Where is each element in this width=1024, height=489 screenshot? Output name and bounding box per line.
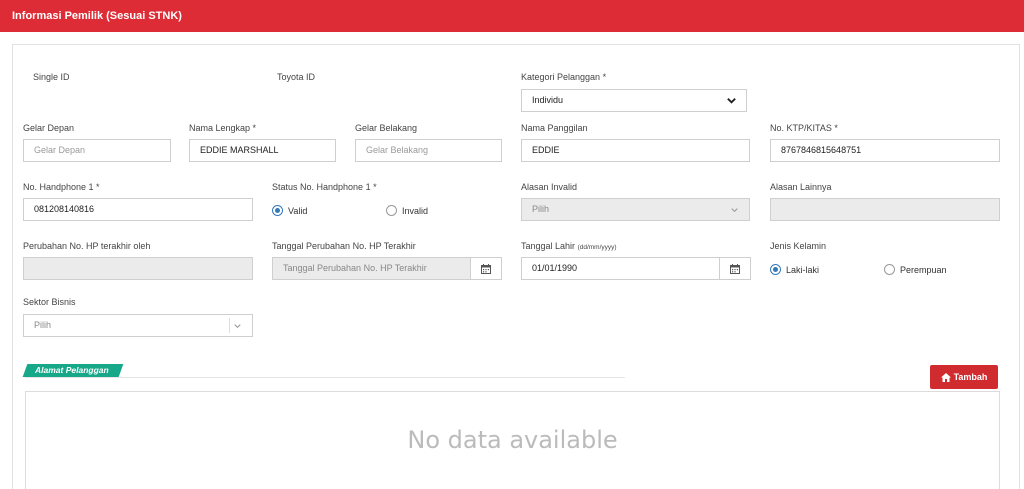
tambah-alamat-button[interactable]: Tambah: [930, 365, 998, 389]
tanggal-lahir-label: Tanggal Lahir (dd/mm/yyyy): [521, 241, 617, 251]
nama-lengkap-input[interactable]: EDDIE MARSHALL: [189, 139, 336, 162]
nama-panggilan-label: Nama Panggilan: [521, 123, 588, 133]
jenis-kelamin-laki-label: Laki-laki: [786, 264, 820, 275]
status-hp-valid-radio[interactable]: Valid: [272, 205, 307, 216]
ktp-label: No. KTP/KITAS *: [770, 123, 838, 133]
radio-checked-icon: [272, 205, 283, 216]
alamat-table: No data available: [25, 391, 1000, 489]
kategori-pelanggan-select[interactable]: Individu: [521, 89, 747, 112]
radio-unchecked-icon: [386, 205, 397, 216]
home-icon: [940, 372, 951, 382]
jenis-kelamin-perempuan-label: Perempuan: [900, 264, 947, 275]
alamat-section-label: Alamat Pelanggan: [35, 365, 109, 375]
tanggal-perubahan-calendar-button[interactable]: [470, 257, 502, 280]
tanggal-perubahan-hp-label: Tanggal Perubahan No. HP Terakhir: [272, 241, 416, 251]
chevron-down-icon: [234, 324, 241, 329]
tanggal-lahir-hint: (dd/mm/yyyy): [577, 244, 617, 251]
ktp-input[interactable]: 8767846815648751: [770, 139, 1000, 162]
alamat-section-tag: Alamat Pelanggan: [22, 364, 124, 377]
tanggal-lahir-calendar-button[interactable]: [719, 257, 751, 280]
alasan-invalid-value: Pilih: [532, 204, 550, 214]
sektor-bisnis-label: Sektor Bisnis: [23, 297, 76, 307]
section-divider: [25, 377, 625, 378]
sektor-bisnis-select[interactable]: Pilih: [23, 314, 253, 337]
alasan-lainnya-label: Alasan Lainnya: [770, 182, 832, 192]
gelar-belakang-input[interactable]: Gelar Belakang: [355, 139, 502, 162]
handphone-input[interactable]: 081208140816: [23, 198, 253, 221]
kategori-pelanggan-label: Kategori Pelanggan *: [521, 72, 607, 82]
radio-checked-icon: [770, 264, 781, 275]
handphone-label: No. Handphone 1 *: [23, 182, 100, 192]
alasan-invalid-select[interactable]: Pilih: [521, 198, 750, 221]
tanggal-lahir-label-text: Tanggal Lahir: [521, 241, 576, 251]
jenis-kelamin-label: Jenis Kelamin: [770, 241, 827, 251]
tambah-alamat-label: Tambah: [953, 372, 988, 382]
calendar-icon: [481, 263, 491, 274]
status-hp-label: Status No. Handphone 1 *: [272, 182, 377, 192]
chevron-down-icon: [731, 208, 738, 213]
no-data-message: No data available: [407, 426, 618, 454]
toyota-id-label: Toyota ID: [277, 72, 316, 82]
owner-form-panel: Single ID Toyota ID Kategori Pelanggan *…: [12, 44, 1020, 489]
kategori-pelanggan-value: Individu: [532, 95, 564, 105]
calendar-icon: [730, 263, 740, 274]
status-hp-invalid-radio[interactable]: Invalid: [386, 205, 428, 216]
nama-lengkap-label: Nama Lengkap *: [189, 123, 257, 133]
status-hp-invalid-label: Invalid: [402, 205, 429, 216]
radio-unchecked-icon: [884, 264, 895, 275]
gelar-belakang-label: Gelar Belakang: [355, 123, 418, 133]
jenis-kelamin-laki-radio[interactable]: Laki-laki: [770, 264, 819, 275]
select-divider: [229, 318, 230, 333]
section-header: Informasi Pemilik (Sesuai STNK): [0, 0, 1024, 32]
tanggal-lahir-input[interactable]: 01/01/1990: [521, 257, 720, 280]
gelar-depan-label: Gelar Depan: [23, 123, 75, 133]
chevron-down-icon: [727, 98, 736, 104]
perubahan-hp-oleh-label: Perubahan No. HP terakhir oleh: [23, 241, 151, 251]
alasan-invalid-label: Alasan Invalid: [521, 182, 578, 192]
jenis-kelamin-perempuan-radio[interactable]: Perempuan: [884, 264, 947, 275]
alasan-lainnya-input[interactable]: [770, 198, 1000, 221]
sektor-bisnis-value: Pilih: [34, 320, 52, 330]
perubahan-hp-oleh-input[interactable]: [23, 257, 253, 280]
section-header-title: Informasi Pemilik (Sesuai STNK): [12, 10, 182, 22]
gelar-depan-input[interactable]: Gelar Depan: [23, 139, 171, 162]
tanggal-perubahan-hp-input[interactable]: Tanggal Perubahan No. HP Terakhir: [272, 257, 471, 280]
single-id-label: Single ID: [33, 72, 70, 82]
status-hp-valid-label: Valid: [288, 205, 308, 216]
nama-panggilan-input[interactable]: EDDIE: [521, 139, 750, 162]
